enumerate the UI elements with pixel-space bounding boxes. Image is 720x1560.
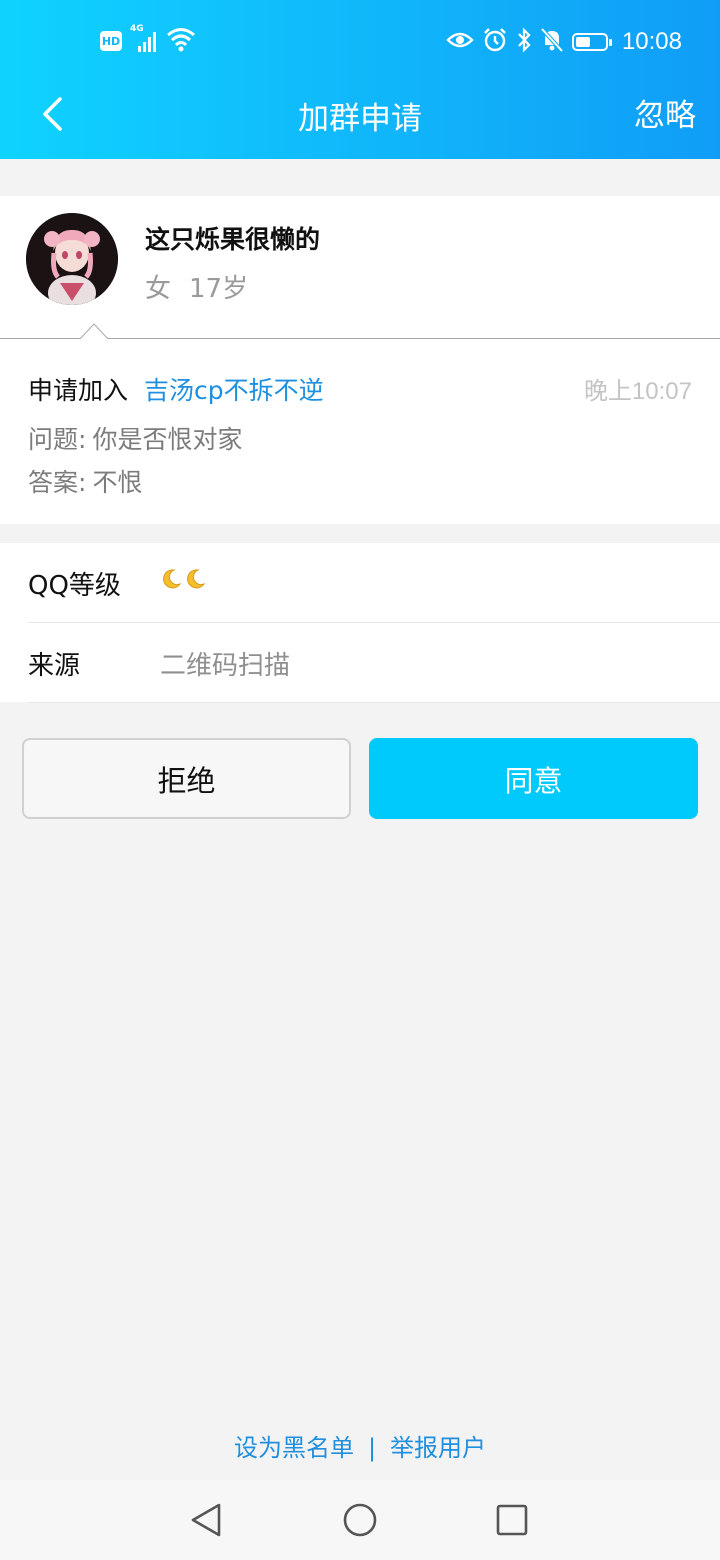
avatar[interactable] — [26, 213, 118, 305]
page-title: 加群申请 — [298, 101, 422, 137]
report-link[interactable]: 举报用户 — [390, 1434, 486, 1462]
home-circle-icon — [343, 1503, 377, 1537]
back-triangle-icon — [191, 1503, 221, 1537]
system-nav-bar — [0, 1480, 720, 1560]
request-line: 申请加入 吉汤cp不拆不逆 — [28, 371, 324, 407]
request-time: 晚上10:07 — [583, 378, 692, 405]
status-left: HD 4G — [100, 24, 196, 56]
level-row: QQ等级 — [28, 543, 720, 623]
answer-text: 不恨 — [92, 468, 143, 497]
nav-row: 加群申请 忽略 — [0, 80, 720, 150]
reject-button[interactable]: 拒绝 — [22, 738, 351, 819]
system-back-button[interactable] — [186, 1500, 226, 1540]
battery-fill — [575, 37, 590, 47]
avatar-illustration — [26, 213, 118, 305]
footer-links: 设为黑名单 | 举报用户 — [0, 1428, 720, 1463]
request-prefix: 申请加入 — [28, 376, 129, 405]
answer-label: 答案: — [28, 468, 87, 497]
system-home-button[interactable] — [340, 1500, 380, 1540]
battery-icon — [571, 33, 612, 51]
moon-icon — [187, 569, 206, 589]
source-row: 来源 二维码扫描 — [28, 623, 720, 703]
applicant-age: 17岁 — [189, 274, 249, 304]
header-bar: HD 4G 10:08 加群申请 忽略 — [0, 0, 720, 159]
alarm-icon — [482, 27, 508, 57]
accept-button[interactable]: 同意 — [369, 738, 698, 819]
eye-icon — [446, 30, 474, 54]
bluetooth-icon — [516, 27, 532, 57]
level-label: QQ等级 — [28, 571, 121, 601]
applicant-name[interactable]: 这只烁果很懒的 — [145, 220, 320, 256]
answer-row: 答案: 不恨 — [28, 463, 142, 499]
moon-icon — [163, 569, 182, 589]
request-card: 申请加入 吉汤cp不拆不逆 晚上10:07 问题: 你是否恨对家 答案: 不恨 — [0, 339, 720, 524]
question-text: 你是否恨对家 — [92, 425, 243, 454]
blacklist-link[interactable]: 设为黑名单 — [234, 1434, 354, 1462]
4g-signal-icon: 4G — [130, 24, 158, 54]
applicant-gender: 女 — [145, 274, 172, 304]
wifi-icon — [166, 26, 196, 56]
mute-bell-icon — [540, 27, 564, 57]
question-row: 问题: 你是否恨对家 — [28, 420, 242, 456]
ignore-button[interactable]: 忽略 — [634, 90, 696, 135]
hd-icon: HD — [100, 31, 122, 51]
level-moons — [160, 568, 206, 590]
info-card: QQ等级 来源 二维码扫描 — [0, 543, 720, 703]
question-label: 问题: — [28, 425, 87, 454]
applicant-card[interactable]: 这只烁果很懒的 女 17岁 — [0, 196, 720, 339]
recents-square-icon — [496, 1504, 528, 1536]
status-bar: HD 4G 10:08 — [0, 0, 720, 80]
pointer-caret — [80, 323, 108, 339]
status-time: 10:08 — [621, 28, 682, 55]
system-recents-button[interactable] — [492, 1500, 532, 1540]
source-value: 二维码扫描 — [160, 651, 291, 681]
footer-separator: | — [367, 1434, 377, 1462]
source-label: 来源 — [28, 651, 81, 681]
group-name-link[interactable]: 吉汤cp不拆不逆 — [144, 376, 324, 405]
status-right: 10:08 — [446, 24, 682, 60]
applicant-meta: 女 17岁 — [145, 268, 248, 305]
